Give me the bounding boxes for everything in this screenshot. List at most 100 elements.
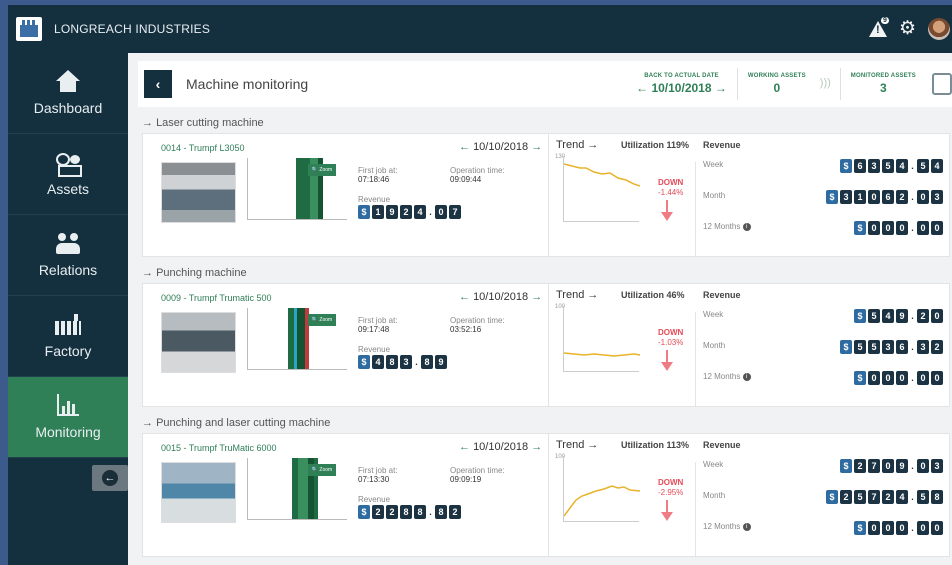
machine-image — [161, 162, 236, 223]
months12-label: 12 Months i — [703, 372, 751, 381]
zoom-button[interactable]: 🔍 Zoom — [308, 314, 336, 326]
next-date-arrow[interactable]: → — [531, 141, 542, 153]
revenue-digit: 0 — [931, 371, 943, 385]
trend-link[interactable]: Trend → — [556, 139, 598, 151]
trend-line — [564, 163, 640, 187]
card-date-nav: ← 10/10/2018 → — [459, 441, 542, 453]
month-revenue: $5 5 3 6. 3 2 — [840, 340, 943, 354]
revenue-digit: 2 — [449, 505, 461, 519]
revenue-digit: 0 — [435, 205, 447, 219]
revenue-digit: 2 — [882, 490, 894, 504]
revenue-digit: 6 — [896, 340, 908, 354]
revenue-digit: . — [911, 161, 914, 171]
sidebar-item-monitoring[interactable]: Monitoring — [8, 377, 128, 458]
revenue-digit: 2 — [896, 190, 908, 204]
revenue-digit: $ — [840, 340, 852, 354]
map-icon[interactable] — [932, 73, 952, 95]
info-icon[interactable]: i — [742, 372, 751, 381]
machine-name-link[interactable]: 0014 - Trumpf L3050 — [161, 143, 245, 153]
alert-icon[interactable]: 9 — [868, 17, 889, 37]
machine-name-link[interactable]: 0015 - Trumpf TruMatic 6000 — [161, 443, 277, 453]
month-label: Month — [703, 491, 726, 500]
sidebar-item-label: Factory — [44, 343, 92, 359]
month-revenue: $2 5 7 2 4. 5 8 — [826, 490, 943, 504]
revenue-digit: $ — [826, 490, 838, 504]
revenue-digit: 4 — [896, 159, 908, 173]
months12-label: 12 Months i — [703, 522, 751, 531]
section-label: → Punching machine — [142, 267, 247, 279]
trend-chart — [563, 456, 640, 522]
revenue-digit: 7 — [868, 459, 880, 473]
revenue-digit: 0 — [917, 190, 929, 204]
month-revenue: $3 1 0 6 2. 0 3 — [826, 190, 943, 204]
trend-link[interactable]: Trend → — [556, 439, 598, 451]
revenue-digit: 8 — [421, 355, 433, 369]
revenue-header: Revenue — [703, 440, 741, 450]
next-date-arrow[interactable]: → — [531, 441, 542, 453]
month-label: Month — [703, 191, 726, 200]
alert-badge: 9 — [880, 17, 889, 24]
signal-icon — [820, 77, 840, 91]
first-job-label: First job at: — [358, 316, 398, 325]
trend-chart — [563, 306, 640, 372]
factory-icon — [54, 313, 82, 337]
trend-line — [564, 352, 640, 357]
prev-date-arrow[interactable]: ← — [459, 441, 470, 453]
prev-date-arrow[interactable]: ← — [636, 81, 648, 95]
revenue-digit: . — [911, 373, 914, 383]
gear-icon[interactable]: ⚙ — [899, 19, 916, 38]
trend-change: -1.44% — [658, 188, 684, 197]
revenue-digit: . — [911, 523, 914, 533]
zoom-button[interactable]: 🔍 Zoom — [308, 164, 336, 176]
machine-image — [161, 312, 236, 373]
revenue-digit: $ — [840, 159, 852, 173]
back-button[interactable]: ‹ — [144, 70, 172, 98]
card-date: 10/10/2018 — [473, 141, 529, 153]
sidebar-item-relations[interactable]: Relations — [8, 215, 128, 296]
revenue-digit: 0 — [868, 521, 880, 535]
trend-line — [564, 485, 640, 517]
revenue-digit: 3 — [882, 340, 894, 354]
back-to-date-button[interactable]: BACK TO ACTUAL DATE ← 10/10/2018 → — [626, 68, 737, 100]
revenue-digit: 0 — [882, 521, 894, 535]
revenue-digit: 5 — [854, 340, 866, 354]
collapse-sidebar-button[interactable]: ← — [92, 465, 128, 491]
trend-direction: DOWN — [658, 478, 684, 487]
zoom-button[interactable]: 🔍 Zoom — [308, 464, 336, 476]
revenue-digit: 2 — [931, 340, 943, 354]
revenue-digit: $ — [854, 309, 866, 323]
info-icon[interactable]: i — [742, 222, 751, 231]
revenue-digit: 2 — [854, 459, 866, 473]
sidebar-item-dashboard[interactable]: Dashboard — [8, 53, 128, 134]
revenue-digit: 2 — [400, 205, 412, 219]
top-bar: LONGREACH INDUSTRIES 9 ⚙ — [8, 5, 952, 53]
timeline-bar — [297, 308, 305, 369]
trend-link[interactable]: Trend → — [556, 289, 598, 301]
revenue-label: Revenue — [358, 495, 391, 504]
next-date-arrow[interactable]: → — [531, 291, 542, 303]
revenue-digit: 3 — [840, 190, 852, 204]
revenue-digit: 9 — [386, 205, 398, 219]
machine-name-link[interactable]: 0009 - Trumpf Trumatic 500 — [161, 293, 272, 303]
prev-date-arrow[interactable]: ← — [459, 141, 470, 153]
revenue-header: Revenue — [703, 290, 741, 300]
prev-date-arrow[interactable]: ← — [459, 291, 470, 303]
sidebar-item-assets[interactable]: Assets — [8, 134, 128, 215]
trend-change: -2.95% — [658, 488, 684, 497]
timeline-bar — [298, 458, 308, 519]
info-icon[interactable]: i — [742, 522, 751, 531]
first-job-value: 07:18:46 — [358, 175, 390, 184]
revenue-digit: 0 — [917, 521, 929, 535]
months12-label: 12 Months i — [703, 222, 751, 231]
daily-revenue: $4 8 3. 8 9 — [358, 355, 447, 369]
revenue-digit: 3 — [931, 190, 943, 204]
first-job-value: 09:17:48 — [358, 325, 390, 334]
next-date-arrow[interactable]: → — [715, 81, 727, 95]
revenue-digit: 0 — [868, 371, 880, 385]
revenue-digit: 3 — [400, 355, 412, 369]
sidebar-item-factory[interactable]: Factory — [8, 296, 128, 377]
avatar[interactable] — [928, 18, 950, 40]
sidebar: Dashboard Assets Relations Factory Monit… — [8, 53, 128, 565]
revenue-digit: 0 — [882, 221, 894, 235]
revenue-digit: 0 — [882, 459, 894, 473]
